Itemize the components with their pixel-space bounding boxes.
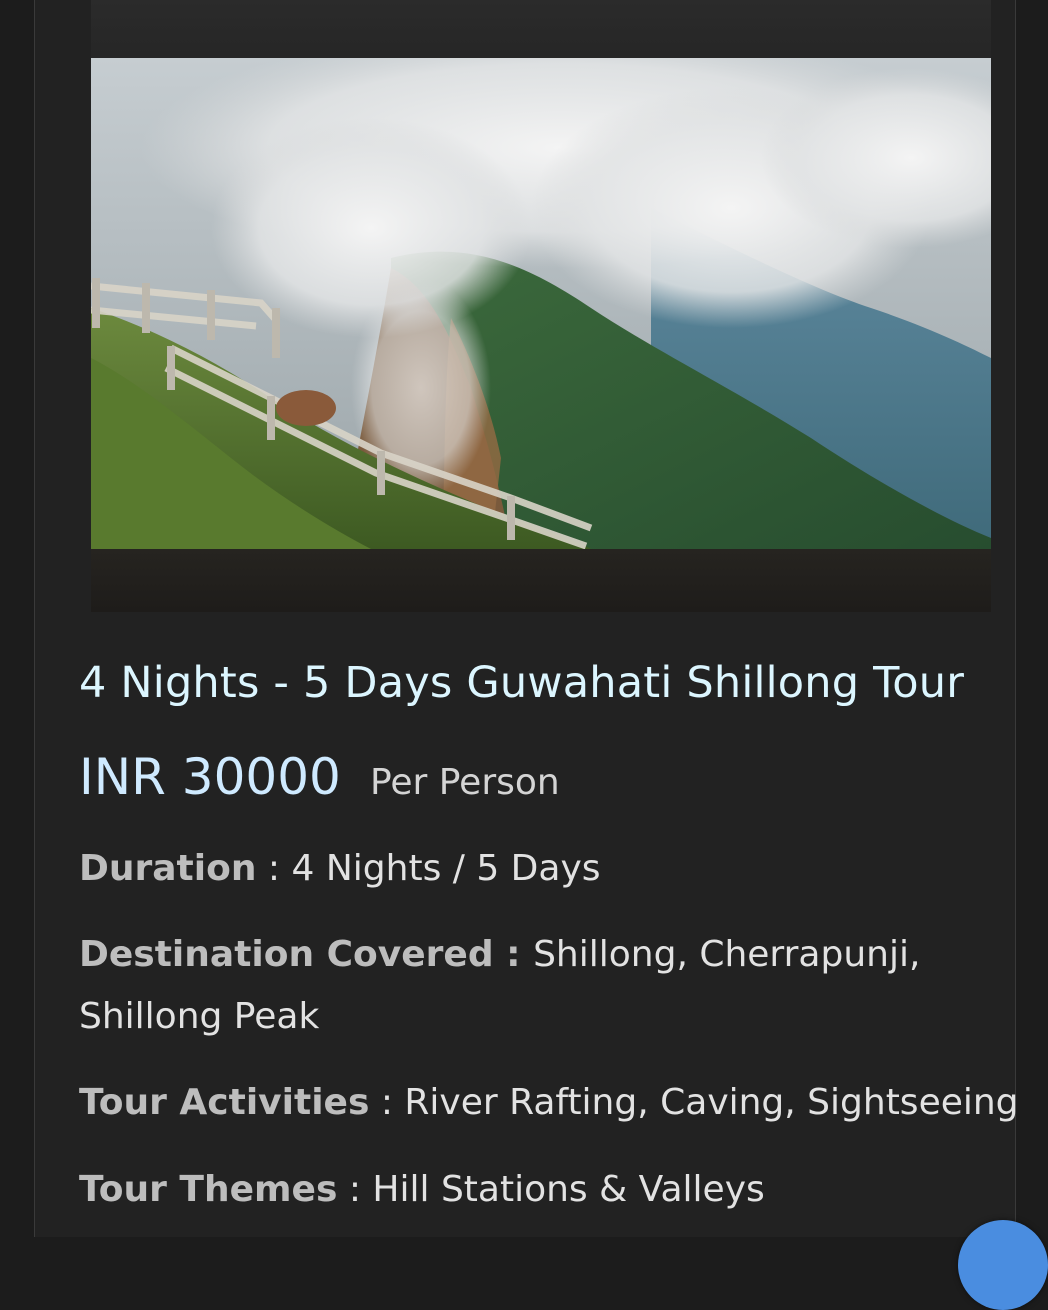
landscape-photo xyxy=(91,58,991,549)
tour-card[interactable]: 4 Nights - 5 Days Guwahati Shillong Tour… xyxy=(34,0,1019,1237)
image-top-band xyxy=(91,0,991,58)
destination-label: Destination Covered : xyxy=(79,934,534,975)
tour-title[interactable]: 4 Nights - 5 Days Guwahati Shillong Tour xyxy=(79,658,1019,708)
themes-label: Tour Themes xyxy=(79,1169,338,1210)
duration-label: Duration xyxy=(79,848,257,889)
image-bottom-band xyxy=(91,549,991,612)
page: 4 Nights - 5 Days Guwahati Shillong Tour… xyxy=(0,0,1048,1310)
activities-separator: : xyxy=(380,1082,405,1123)
themes-value: Hill Stations & Valleys xyxy=(372,1169,765,1210)
activities-label: Tour Activities xyxy=(79,1082,370,1123)
activities-value: River Rafting, Caving, Sightseeing xyxy=(404,1082,1019,1123)
tour-price: INR 30000 xyxy=(79,748,341,806)
price-row: INR 30000 Per Person xyxy=(79,748,560,806)
activities-row: Tour Activities : River Rafting, Caving,… xyxy=(79,1072,1019,1134)
themes-separator: : xyxy=(348,1169,373,1210)
duration-separator: : xyxy=(267,848,292,889)
chat-bubble-icon[interactable] xyxy=(958,1220,1048,1310)
price-unit: Per Person xyxy=(369,762,560,803)
duration-value: 4 Nights / 5 Days xyxy=(291,848,601,889)
destination-row: Destination Covered : Shillong, Cherrapu… xyxy=(79,924,1019,1048)
themes-row: Tour Themes : Hill Stations & Valleys xyxy=(79,1159,1019,1221)
duration-row: Duration : 4 Nights / 5 Days xyxy=(79,838,1019,900)
tour-image[interactable] xyxy=(91,0,991,612)
